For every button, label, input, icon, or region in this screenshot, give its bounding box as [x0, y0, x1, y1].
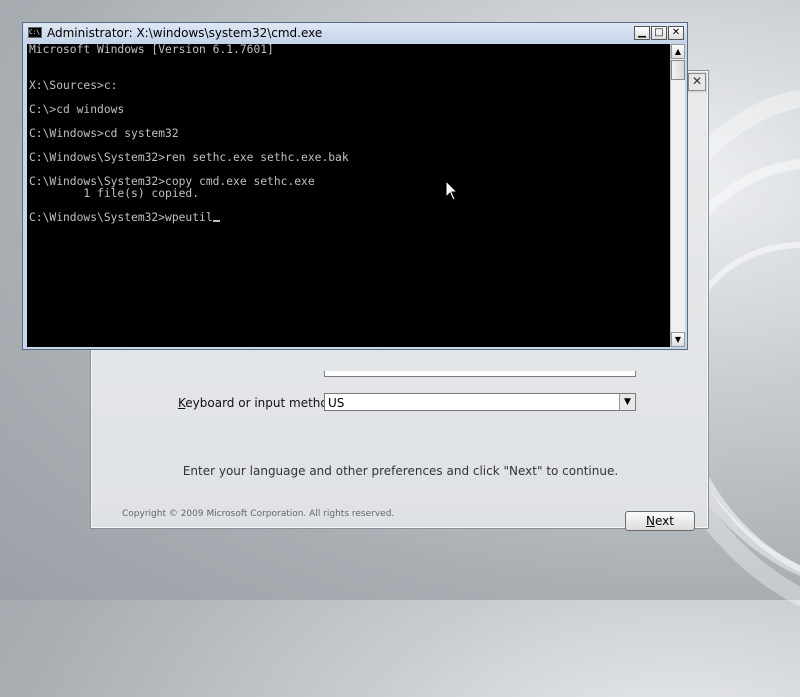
- instruction-text: Enter your language and other preference…: [182, 464, 619, 478]
- vertical-scrollbar[interactable]: ▲ ▼: [670, 44, 685, 347]
- console-line: 1 file(s) copied.: [29, 187, 200, 200]
- cmd-icon: C:\: [28, 27, 42, 38]
- console-line: C:\Windows\System32>wpeutil: [27, 212, 670, 224]
- keyboard-value: US: [328, 396, 345, 410]
- console-line: C:\Windows\System32>ren sethc.exe sethc.…: [29, 151, 349, 164]
- cmd-window-title: Administrator: X:\windows\system32\cmd.e…: [47, 26, 323, 40]
- copyright-text: Copyright © 2009 Microsoft Corporation. …: [122, 509, 395, 519]
- keyboard-dropdown[interactable]: US ▼: [324, 393, 636, 411]
- time-currency-dropdown-partial[interactable]: [324, 371, 636, 377]
- cmd-window: C:\ Administrator: X:\windows\system32\c…: [22, 22, 688, 350]
- setup-close-button[interactable]: ✕: [688, 73, 706, 91]
- scrollbar-thumb[interactable]: [671, 60, 685, 80]
- minimize-button[interactable]: ▁: [634, 26, 650, 40]
- cmd-title-bar[interactable]: C:\ Administrator: X:\windows\system32\c…: [23, 23, 687, 43]
- next-button[interactable]: Next: [625, 511, 695, 531]
- scroll-down-arrow-icon[interactable]: ▼: [671, 332, 685, 347]
- console-line: C:\>cd windows: [29, 103, 125, 116]
- maximize-button[interactable]: □: [651, 26, 667, 40]
- console-line: X:\Sources>c:: [29, 79, 118, 92]
- keyboard-label: Keyboard or input method:: [178, 396, 340, 410]
- console-line: Microsoft Windows [Version 6.1.7601]: [29, 44, 274, 56]
- scroll-up-arrow-icon[interactable]: ▲: [671, 44, 685, 59]
- console-output[interactable]: Microsoft Windows [Version 6.1.7601] X:\S…: [27, 44, 670, 347]
- chevron-down-icon[interactable]: ▼: [619, 394, 635, 410]
- close-button[interactable]: ✕: [668, 26, 684, 40]
- mouse-pointer-icon: [445, 180, 459, 201]
- text-cursor: [212, 220, 220, 222]
- console-line: C:\Windows>cd system32: [29, 127, 179, 140]
